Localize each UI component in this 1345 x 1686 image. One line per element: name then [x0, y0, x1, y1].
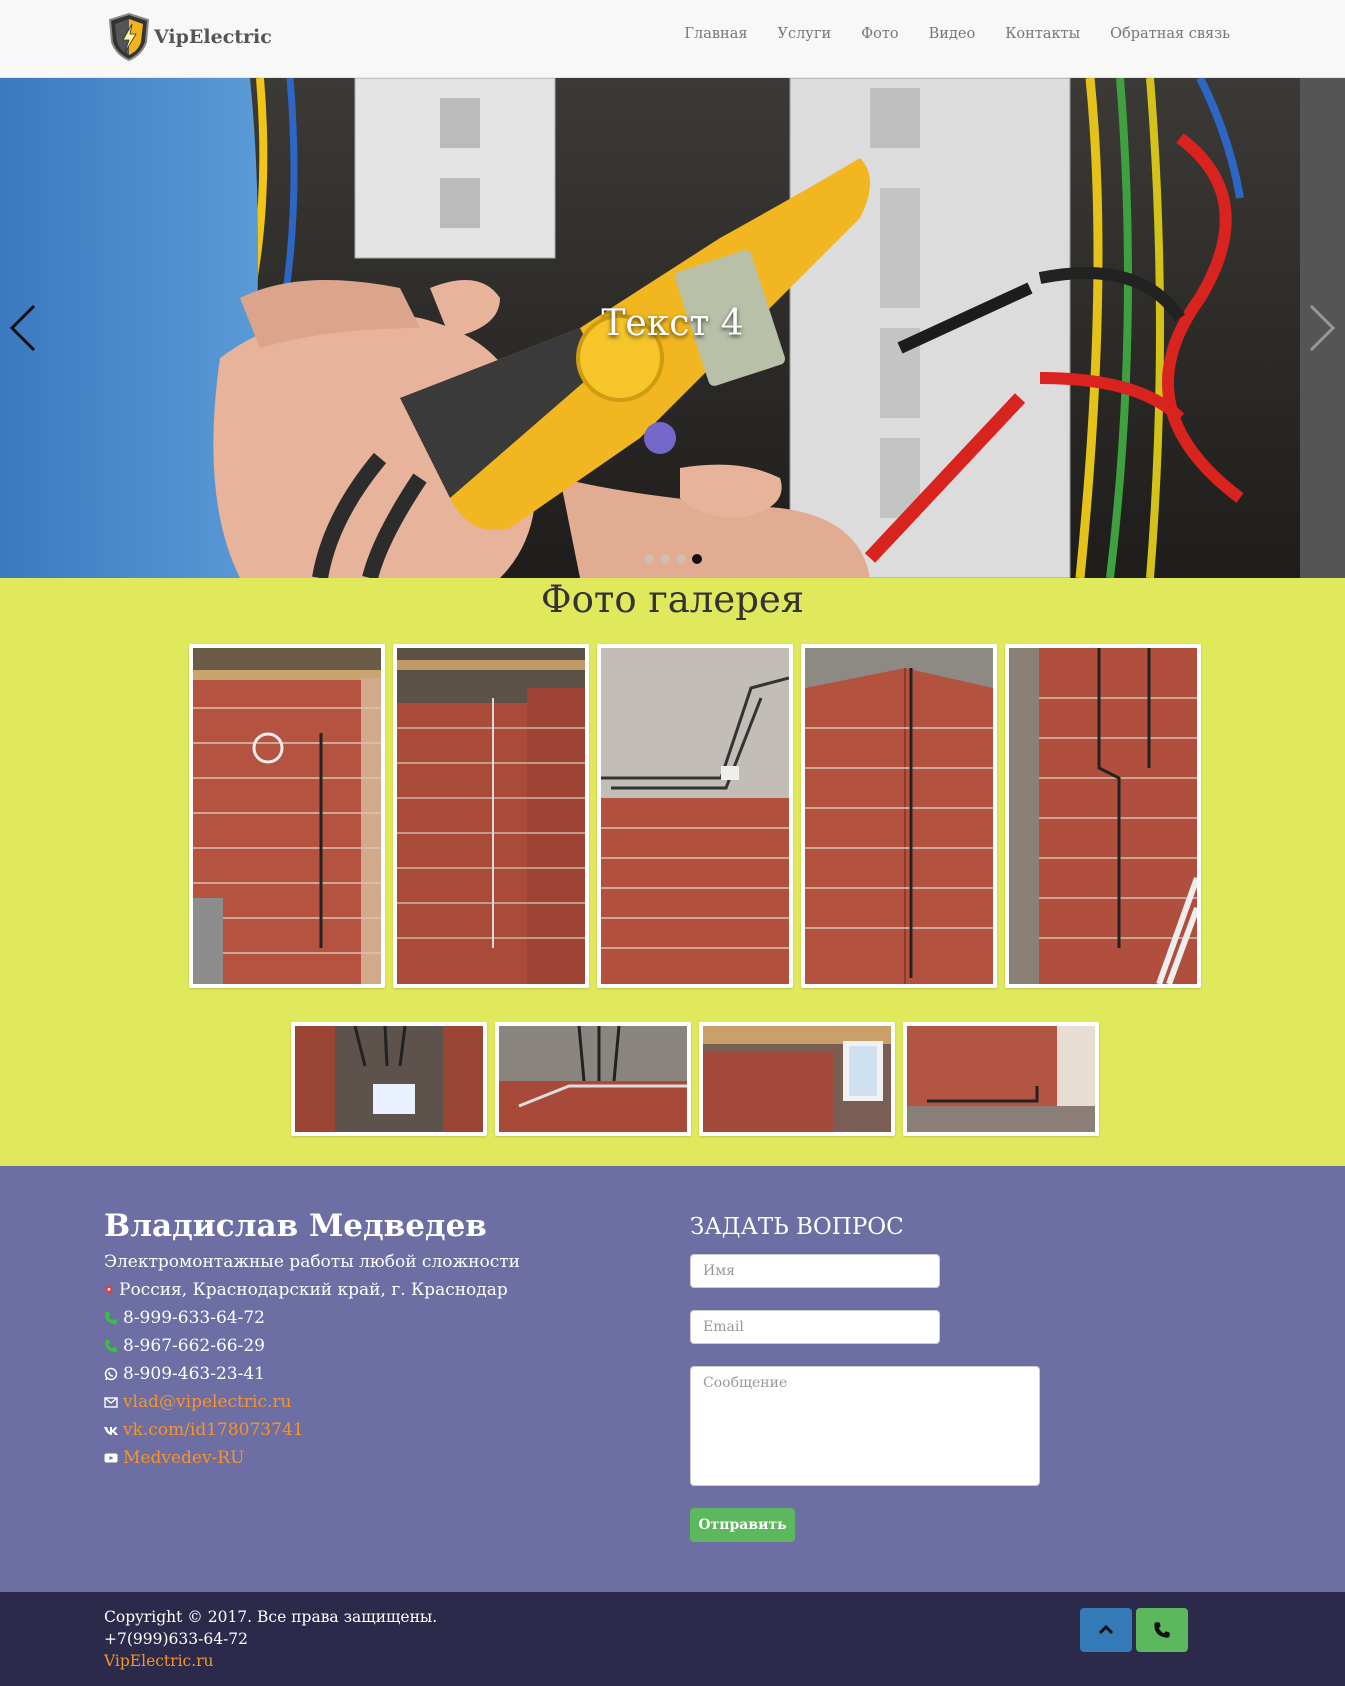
gallery-photo — [295, 1026, 483, 1132]
gallery-thumb[interactable] — [291, 1022, 487, 1136]
contact-vk[interactable]: vk.com/id178073741 — [104, 1420, 304, 1440]
carousel-indicators — [0, 554, 1345, 564]
nav-item-home[interactable]: Главная — [669, 26, 762, 42]
email-input[interactable]: Email — [690, 1310, 940, 1344]
gallery-thumb[interactable] — [801, 644, 997, 988]
send-button[interactable]: Отправить — [690, 1508, 795, 1542]
gallery-thumb[interactable] — [189, 644, 385, 988]
contact-phone-2-text: 8-967-662-66-29 — [123, 1336, 265, 1356]
gallery-photo — [907, 1026, 1095, 1132]
youtube-icon — [104, 1453, 118, 1463]
scroll-to-top-button[interactable] — [1080, 1608, 1132, 1652]
gallery-photo — [703, 1026, 891, 1132]
phone-icon — [105, 1340, 117, 1352]
phone-icon — [1154, 1622, 1170, 1638]
vk-icon — [104, 1427, 118, 1435]
contact-phone-1[interactable]: 8-999-633-64-72 — [104, 1308, 265, 1328]
nav-item-video[interactable]: Видео — [914, 26, 991, 42]
nav-item-photo[interactable]: Фото — [846, 26, 914, 42]
contact-whatsapp-text: 8-909-463-23-41 — [123, 1364, 265, 1384]
photo-gallery: Фото галерея — [0, 578, 1345, 1166]
gallery-photo — [193, 648, 381, 984]
hero-carousel: Текст 4 — [0, 78, 1345, 578]
gallery-photo — [499, 1026, 687, 1132]
contact-address-text: Россия, Краснодарский край, г. Краснодар — [119, 1280, 508, 1300]
chevron-up-icon — [1098, 1624, 1114, 1635]
contact-name: Владислав Медведев — [104, 1208, 487, 1244]
gallery-thumb[interactable] — [1005, 644, 1201, 988]
carousel-indicator[interactable] — [643, 554, 654, 564]
gallery-title: Фото галерея — [540, 578, 805, 621]
carousel-indicator-active[interactable] — [691, 554, 702, 564]
contact-section: Владислав Медведев Электромонтажные рабо… — [0, 1166, 1345, 1592]
carousel-indicator[interactable] — [659, 554, 670, 564]
gallery-photo — [1009, 648, 1197, 984]
gallery-thumb[interactable] — [597, 644, 793, 988]
contact-phone-2[interactable]: 8-967-662-66-29 — [104, 1336, 265, 1356]
contact-whatsapp[interactable]: 8-909-463-23-41 — [104, 1364, 265, 1384]
gallery-thumb[interactable] — [699, 1022, 895, 1136]
brand-logo[interactable]: VipElectric — [106, 12, 272, 62]
footer-phone: +7(999)633-64-72 — [104, 1630, 249, 1648]
chevron-left-icon — [9, 304, 36, 352]
shield-lightning-icon — [108, 12, 150, 62]
carousel-prev-button[interactable] — [4, 298, 44, 358]
contact-email-link[interactable]: vlad@vipelectric.ru — [123, 1392, 291, 1412]
contact-email[interactable]: vlad@vipelectric.ru — [104, 1392, 291, 1412]
envelope-icon — [104, 1397, 118, 1408]
call-button[interactable] — [1136, 1608, 1188, 1652]
gallery-photo — [397, 648, 585, 984]
name-input[interactable]: Имя — [690, 1254, 940, 1288]
contact-phone-1-text: 8-999-633-64-72 — [123, 1308, 265, 1328]
contact-address: Россия, Краснодарский край, г. Краснодар — [104, 1280, 508, 1300]
navbar: VipElectric Главная Услуги Фото Видео Ко… — [0, 0, 1345, 78]
brand-name: VipElectric — [154, 26, 272, 48]
footer-copyright: Copyright © 2017. Все права защищены. — [104, 1608, 438, 1626]
contact-youtube[interactable]: Medvedev-RU — [104, 1448, 244, 1468]
gallery-thumb[interactable] — [393, 644, 589, 988]
phone-icon — [105, 1312, 117, 1324]
contact-tagline: Электромонтажные работы любой сложности — [104, 1252, 520, 1272]
gallery-thumb[interactable] — [903, 1022, 1099, 1136]
question-form-title: ЗАДАТЬ ВОПРОС — [690, 1214, 904, 1240]
nav-item-contacts[interactable]: Контакты — [990, 26, 1095, 42]
contact-youtube-link[interactable]: Medvedev-RU — [123, 1448, 244, 1468]
message-textarea[interactable]: Сообщение — [690, 1366, 1040, 1486]
gallery-thumb[interactable] — [495, 1022, 691, 1136]
carousel-indicator[interactable] — [675, 554, 686, 564]
nav-item-services[interactable]: Услуги — [763, 26, 847, 42]
footer-site-link[interactable]: VipElectric.ru — [104, 1652, 214, 1670]
contact-vk-link[interactable]: vk.com/id178073741 — [123, 1420, 304, 1440]
chevron-right-icon — [1309, 304, 1336, 352]
main-nav: Главная Услуги Фото Видео Контакты Обрат… — [669, 26, 1245, 42]
carousel-next-button[interactable] — [1301, 298, 1341, 358]
map-marker-icon — [105, 1285, 113, 1295]
carousel-caption: Текст 4 — [601, 303, 744, 344]
footer: Copyright © 2017. Все права защищены. +7… — [0, 1592, 1345, 1686]
whatsapp-icon — [104, 1367, 118, 1381]
gallery-photo — [805, 648, 993, 984]
nav-item-feedback[interactable]: Обратная связь — [1095, 26, 1245, 42]
gallery-photo — [601, 648, 789, 984]
